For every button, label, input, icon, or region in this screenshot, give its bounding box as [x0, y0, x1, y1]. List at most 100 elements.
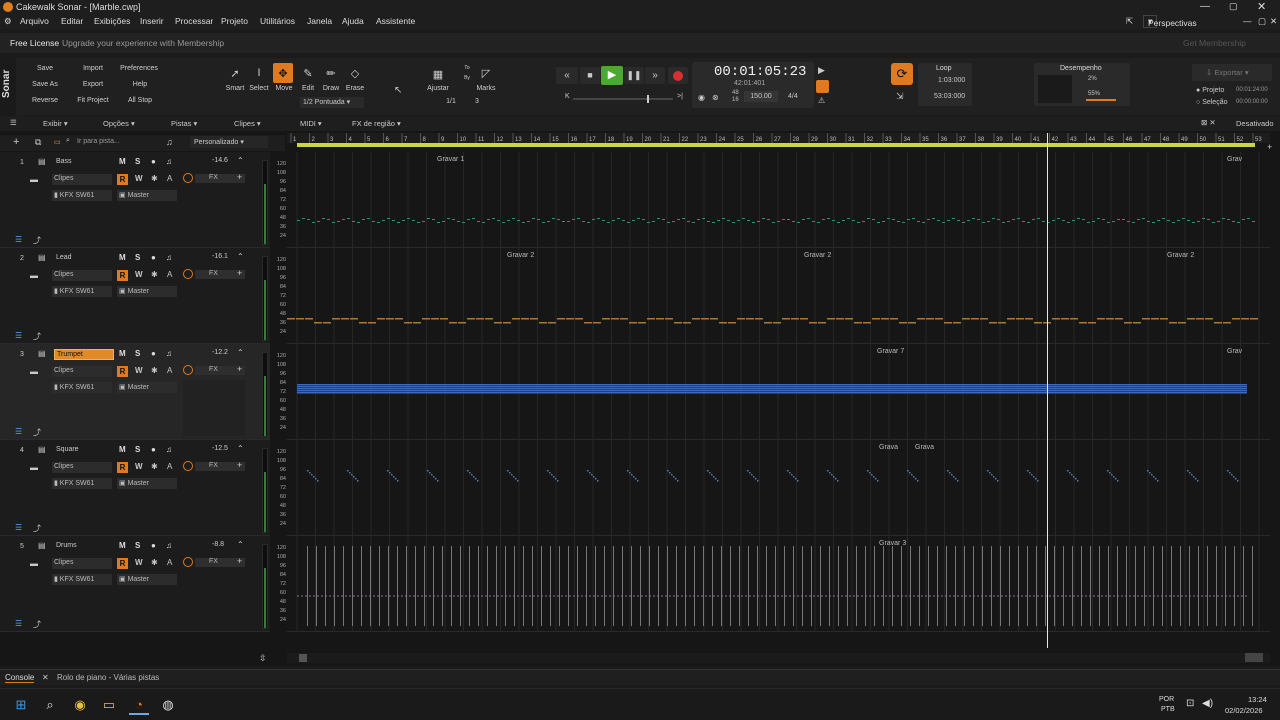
mute-button[interactable]: M: [119, 541, 126, 550]
track-name[interactable]: Trumpet: [54, 349, 114, 360]
import-button[interactable]: Import: [78, 65, 108, 72]
keyboard-layout[interactable]: PTB: [1161, 706, 1175, 713]
language-indicator[interactable]: POR: [1159, 696, 1174, 703]
expand-icon[interactable]: ⌃: [237, 348, 244, 357]
close-tab-icon[interactable]: ✕: [42, 673, 49, 682]
read-automation-button[interactable]: R: [117, 366, 128, 377]
clip-name[interactable]: Grav: [1227, 348, 1242, 355]
loop-toggle-icon[interactable]: ⟳: [891, 63, 913, 85]
freeze-icon[interactable]: ✱: [151, 174, 158, 183]
loop-start[interactable]: 1:03:000: [938, 77, 965, 84]
arm-icon[interactable]: ●: [151, 349, 156, 358]
fx-add-icon[interactable]: +: [237, 460, 242, 470]
write-automation-button[interactable]: W: [135, 558, 143, 567]
clips-dropdown[interactable]: Clipes: [52, 558, 112, 569]
track-volume[interactable]: -14.6: [212, 157, 228, 164]
select-tool-icon[interactable]: I: [249, 63, 269, 83]
write-automation-button[interactable]: W: [135, 174, 143, 183]
monitor-icon[interactable]: ♫: [166, 157, 172, 166]
export-projeto-radio[interactable]: ● Projeto: [1196, 87, 1224, 94]
track-volume[interactable]: -12.5: [212, 445, 228, 452]
metronome-icon[interactable]: ◉: [698, 93, 705, 102]
close-icon[interactable]: ✕: [1257, 0, 1266, 13]
fit-project-button[interactable]: Fit Project: [74, 97, 112, 104]
network-icon[interactable]: ⊡: [1186, 698, 1194, 709]
record-button[interactable]: [668, 67, 688, 84]
track-volume[interactable]: -12.2: [212, 349, 228, 356]
get-membership-button[interactable]: Get Membership: [1183, 38, 1246, 48]
fx-power-icon[interactable]: [183, 269, 193, 279]
loop-end[interactable]: 53:03:000: [934, 93, 965, 100]
pause-button[interactable]: ❚❚: [624, 67, 644, 84]
erase-tool-icon[interactable]: ◇: [345, 63, 365, 83]
input-echo-icon[interactable]: A: [167, 270, 172, 279]
freeze-icon[interactable]: ✱: [151, 462, 158, 471]
draw-tool-icon[interactable]: ✏: [321, 63, 341, 83]
clips-dropdown[interactable]: Clipes: [52, 174, 112, 185]
fx-add-icon[interactable]: +: [237, 268, 242, 278]
automation-lane-icon[interactable]: ⤴: [33, 331, 41, 342]
volume-icon[interactable]: ◀): [1202, 698, 1213, 709]
menu-fx-regiao[interactable]: FX de região ▾: [352, 119, 401, 128]
input-dropdown[interactable]: ▮ KFX SW61: [52, 190, 112, 201]
snap-count[interactable]: 3: [472, 98, 482, 105]
read-automation-button[interactable]: R: [117, 558, 128, 569]
export-dropdown[interactable]: ⇩ Exportar ▾: [1192, 64, 1272, 81]
clip-name[interactable]: Gravar 2: [804, 252, 831, 259]
track-name[interactable]: Drums: [54, 541, 114, 552]
file-explorer-icon[interactable]: ▭: [99, 695, 119, 715]
track-volume[interactable]: -8.8: [212, 541, 224, 548]
ruler-add-icon[interactable]: +: [1267, 142, 1272, 152]
output-dropdown[interactable]: ▣ Master: [117, 190, 177, 201]
input-dropdown[interactable]: ▮ KFX SW61: [52, 574, 112, 585]
preferences-button[interactable]: Preferences: [118, 65, 160, 72]
fast-forward-button[interactable]: »: [645, 67, 665, 84]
view-tools-icon[interactable]: ⊠ ✕: [1201, 118, 1216, 127]
scroll-thumb[interactable]: [299, 654, 307, 662]
marks-icon[interactable]: ◸: [476, 63, 496, 83]
expand-icon[interactable]: ⌃: [237, 252, 244, 261]
track-lane[interactable]: Gravar 1 Grav: [287, 152, 1270, 248]
menu-opcoes[interactable]: Opções ▾: [103, 119, 135, 128]
input-echo-icon[interactable]: A: [167, 558, 172, 567]
output-dropdown[interactable]: ▣ Master: [117, 286, 177, 297]
save-button[interactable]: Save: [30, 65, 60, 72]
stop-button[interactable]: ■: [580, 67, 600, 84]
expand-icon[interactable]: ⌃: [237, 156, 244, 165]
track-volume[interactable]: -16.1: [212, 253, 228, 260]
position-slider[interactable]: K >|: [565, 93, 685, 103]
input-echo-icon[interactable]: A: [167, 462, 172, 471]
chrome-icon[interactable]: ◉: [70, 695, 90, 715]
clip-name[interactable]: Gravar 2: [507, 252, 534, 259]
smart-tool-icon[interactable]: ➚: [225, 63, 245, 83]
fx-power-icon[interactable]: [183, 173, 193, 183]
track-search-input[interactable]: Ir para pista...: [77, 138, 120, 145]
track-list-icon[interactable]: ☰: [15, 523, 22, 532]
read-automation-button[interactable]: R: [117, 174, 128, 185]
expand-icon[interactable]: ⌃: [237, 540, 244, 549]
edit-tool-icon[interactable]: ✎: [298, 63, 318, 83]
rewind-button[interactable]: «: [556, 67, 578, 84]
input-dropdown[interactable]: ▮ KFX SW61: [52, 286, 112, 297]
play-from-icon[interactable]: ▶: [818, 65, 825, 76]
all-stop-button[interactable]: All Stop: [122, 97, 158, 104]
freeze-icon[interactable]: ✱: [151, 270, 158, 279]
menu-editar[interactable]: Editar: [61, 16, 83, 26]
automation-lane-icon[interactable]: ⤴: [33, 523, 41, 534]
clip-name[interactable]: Grava: [915, 444, 934, 451]
slider-thumb[interactable]: [647, 95, 649, 103]
loop-region-bar[interactable]: [297, 143, 1255, 147]
arm-icon[interactable]: ●: [151, 445, 156, 454]
read-automation-button[interactable]: R: [117, 462, 128, 473]
loop-fit-icon[interactable]: ⇲: [896, 91, 904, 102]
play-button[interactable]: ▶: [601, 66, 623, 85]
zoom-slider[interactable]: [1245, 653, 1263, 662]
write-automation-button[interactable]: W: [135, 270, 143, 279]
clip-name[interactable]: Grav: [1227, 156, 1242, 163]
solo-button[interactable]: S: [135, 541, 140, 550]
fx-add-icon[interactable]: +: [237, 556, 242, 566]
solo-button[interactable]: S: [135, 157, 140, 166]
fx-power-icon[interactable]: [183, 365, 193, 375]
automation-lane-icon[interactable]: ⤴: [33, 427, 41, 438]
track-preset-dropdown[interactable]: Personalizado ▾: [190, 136, 268, 148]
